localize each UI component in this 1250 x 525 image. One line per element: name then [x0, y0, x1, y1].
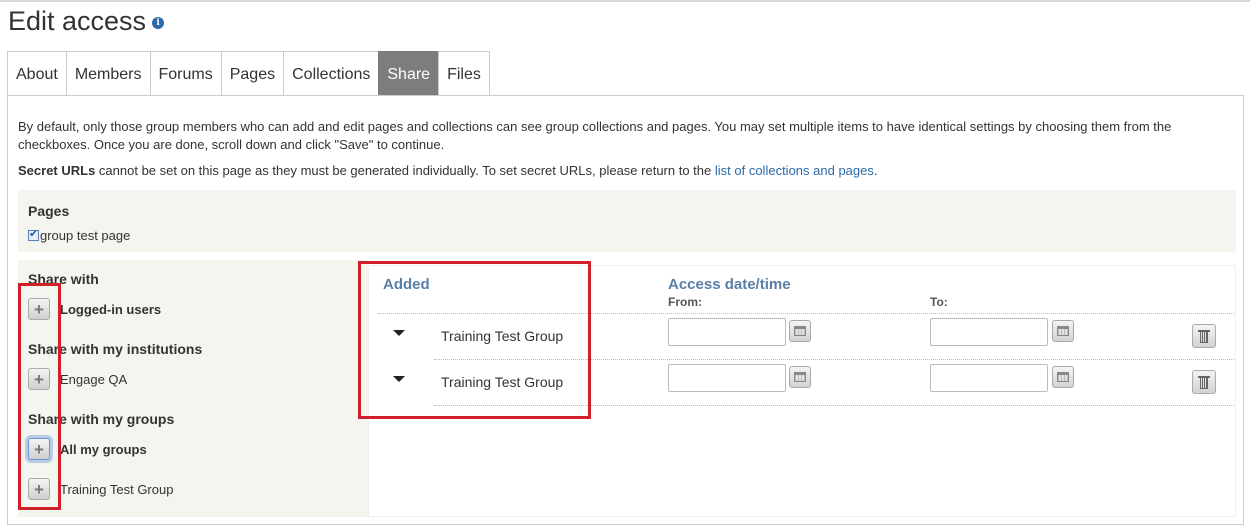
calendar-icon[interactable] [1052, 366, 1074, 388]
tab-members[interactable]: Members [65, 51, 151, 96]
calendar-icon[interactable] [789, 320, 811, 342]
share-logged-in-row: + Logged-in users [28, 298, 161, 320]
added-heading: Added [383, 276, 430, 293]
add-group-button[interactable]: + [28, 478, 50, 500]
add-all-groups-button[interactable]: + [28, 438, 50, 460]
logged-in-label: Logged-in users [60, 301, 162, 317]
tab-files[interactable]: Files [438, 51, 490, 96]
page-checkbox[interactable] [28, 227, 39, 241]
tab-forums[interactable]: Forums [149, 51, 222, 96]
from-date-input[interactable] [668, 364, 786, 392]
intro-text: By default, only those group members who… [18, 119, 1172, 152]
to-date-input[interactable] [930, 318, 1048, 346]
row-divider [434, 359, 1234, 360]
row-divider [434, 405, 1234, 406]
groups-heading: Share with my groups [28, 411, 175, 427]
share-all-groups-row: + All my groups [28, 438, 147, 460]
expand-toggle-icon[interactable] [393, 376, 405, 382]
share-with-heading: Share with [28, 271, 99, 287]
secret-url-note: Secret URLs cannot be set on this page a… [18, 163, 877, 178]
secret-url-text: cannot be set on this page as they must … [95, 163, 715, 178]
added-group-name: Training Test Group [441, 374, 564, 390]
share-group-row: + Training Test Group [28, 478, 173, 500]
secret-url-label: Secret URLs [18, 163, 96, 178]
page-checkbox-label: group test page [40, 228, 131, 243]
delete-icon[interactable] [1192, 324, 1216, 348]
added-group-name: Training Test Group [441, 328, 564, 344]
calendar-icon[interactable] [1052, 320, 1074, 342]
top-border [0, 0, 1250, 2]
tab-collections[interactable]: Collections [283, 51, 380, 96]
to-label: To: [930, 295, 948, 309]
tab-pages[interactable]: Pages [220, 51, 285, 96]
secret-url-end: . [873, 163, 878, 178]
institutions-heading: Share with my institutions [28, 341, 203, 357]
calendar-icon[interactable] [789, 366, 811, 388]
from-label: From: [668, 295, 702, 309]
all-groups-label: All my groups [60, 441, 147, 457]
add-logged-in-button[interactable]: + [28, 298, 50, 320]
share-with-panel: Share with + Logged-in users Share with … [18, 260, 368, 517]
added-panel [368, 265, 1236, 517]
institution-label: Engage QA [60, 371, 128, 387]
row-divider [378, 313, 1234, 314]
share-institution-row: + Engage QA [28, 368, 127, 390]
expand-toggle-icon[interactable] [393, 330, 405, 336]
pages-heading: Pages [28, 203, 70, 219]
page-title: Edit access i [8, 6, 165, 37]
delete-icon[interactable] [1192, 370, 1216, 394]
group-label: Training Test Group [60, 481, 174, 497]
info-icon[interactable]: i [152, 16, 165, 29]
to-date-input[interactable] [930, 364, 1048, 392]
tab-share[interactable]: Share [378, 51, 440, 96]
tab-bar: About Members Forums Pages Collections S… [7, 51, 490, 96]
pages-section: Pages group test page [18, 190, 1236, 252]
page-checkbox-row[interactable]: group test page [28, 227, 131, 243]
access-datetime-heading: Access date/time [668, 276, 791, 293]
from-date-input[interactable] [668, 318, 786, 346]
add-institution-button[interactable]: + [28, 368, 50, 390]
tab-about[interactable]: About [7, 51, 67, 96]
collections-pages-link[interactable]: list of collections and pages [715, 163, 874, 178]
